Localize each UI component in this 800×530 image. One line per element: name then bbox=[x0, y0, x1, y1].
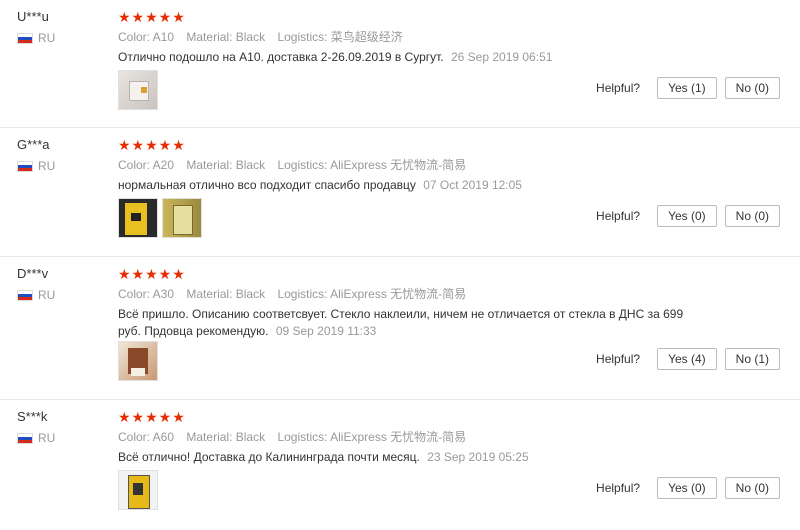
reviewer-info: S***k RU bbox=[17, 409, 107, 445]
product-color: Color: A20 bbox=[118, 158, 175, 172]
helpful-no-button[interactable]: No (1) bbox=[724, 348, 780, 370]
product-material: Material: Black bbox=[186, 287, 266, 301]
reviewer-country: RU bbox=[17, 31, 107, 45]
reviewer-info: G***a RU bbox=[17, 137, 107, 173]
helpful-no-button[interactable]: No (0) bbox=[724, 205, 780, 227]
helpful-yes-button[interactable]: Yes (4) bbox=[657, 348, 717, 370]
review-body: ★★★★★ Color: A10 Material: Black Logisti… bbox=[118, 9, 780, 66]
logistics: Logistics: 菜鸟超级经济 bbox=[277, 30, 403, 44]
review-text: нормальная отлично всо подходит спасибо … bbox=[118, 178, 416, 192]
helpful-label: Helpful? bbox=[596, 81, 641, 95]
review-text: Всё отлично! Доставка до Калининграда по… bbox=[118, 450, 420, 464]
review-date: 09 Sep 2019 11:33 bbox=[275, 324, 377, 338]
product-material: Material: Black bbox=[186, 158, 266, 172]
reviewer-name: U***u bbox=[17, 9, 49, 24]
helpful-vote: Helpful? Yes (1) No (0) bbox=[596, 77, 780, 99]
review-text: Всё пришло. Описанию соответсвует. Стекл… bbox=[118, 307, 684, 338]
review-item: G***a RU ★★★★★ Color: A20 Material: Blac… bbox=[0, 128, 800, 257]
star-rating: ★★★★★ bbox=[118, 266, 186, 282]
review-photo-thumbnail[interactable] bbox=[118, 70, 158, 110]
reviewer-name: G***a bbox=[17, 137, 50, 152]
country-code: RU bbox=[38, 31, 56, 45]
country-code: RU bbox=[38, 288, 56, 302]
product-color: Color: A60 bbox=[118, 430, 175, 444]
logistics: Logistics: AliExpress 无忧物流-简易 bbox=[277, 430, 467, 444]
reviewer-country: RU bbox=[17, 431, 107, 445]
order-info: Color: A30 Material: Black Logistics: Al… bbox=[118, 286, 780, 302]
review-item: D***v RU ★★★★★ Color: A30 Material: Blac… bbox=[0, 257, 800, 400]
product-color: Color: A30 bbox=[118, 287, 175, 301]
reviewer-info: D***v RU bbox=[17, 266, 107, 302]
review-body: ★★★★★ Color: A30 Material: Black Logisti… bbox=[118, 266, 780, 340]
helpful-label: Helpful? bbox=[596, 352, 641, 366]
star-rating: ★★★★★ bbox=[118, 409, 186, 425]
review-date: 07 Oct 2019 12:05 bbox=[423, 178, 522, 192]
product-material: Material: Black bbox=[186, 30, 266, 44]
helpful-yes-button[interactable]: Yes (1) bbox=[657, 77, 717, 99]
helpful-vote: Helpful? Yes (4) No (1) bbox=[596, 348, 780, 370]
star-rating: ★★★★★ bbox=[118, 137, 186, 153]
order-info: Color: A60 Material: Black Logistics: Al… bbox=[118, 429, 780, 445]
reviewer-country: RU bbox=[17, 159, 107, 173]
reviewer-name: D***v bbox=[17, 266, 49, 281]
reviewer-country: RU bbox=[17, 288, 107, 302]
helpful-label: Helpful? bbox=[596, 481, 641, 495]
logistics: Logistics: AliExpress 无忧物流-简易 bbox=[277, 287, 467, 301]
review-photo-thumbnail[interactable] bbox=[118, 470, 158, 510]
helpful-no-button[interactable]: No (0) bbox=[724, 77, 780, 99]
review-text-block: Отлично подошло на А10. доставка 2-26.09… bbox=[118, 49, 708, 66]
review-text-block: нормальная отлично всо подходит спасибо … bbox=[118, 177, 708, 194]
reviewer-info: U***u RU bbox=[17, 9, 107, 45]
helpful-vote: Helpful? Yes (0) No (0) bbox=[596, 477, 780, 499]
review-photos bbox=[118, 470, 158, 510]
review-photos bbox=[118, 198, 202, 238]
helpful-yes-button[interactable]: Yes (0) bbox=[657, 477, 717, 499]
review-photo-thumbnail[interactable] bbox=[118, 341, 158, 381]
review-date: 23 Sep 2019 05:25 bbox=[427, 450, 529, 464]
review-body: ★★★★★ Color: A20 Material: Black Logisti… bbox=[118, 137, 780, 194]
review-item: S***k RU ★★★★★ Color: A60 Material: Blac… bbox=[0, 400, 800, 530]
star-rating: ★★★★★ bbox=[118, 9, 186, 25]
review-text-block: Всё пришло. Описанию соответсвует. Стекл… bbox=[118, 306, 708, 340]
country-code: RU bbox=[38, 431, 56, 445]
reviewer-name: S***k bbox=[17, 409, 48, 424]
russia-flag-icon bbox=[17, 32, 33, 44]
review-photos bbox=[118, 70, 158, 110]
product-color: Color: A10 bbox=[118, 30, 175, 44]
review-photo-thumbnail[interactable] bbox=[162, 198, 202, 238]
helpful-vote: Helpful? Yes (0) No (0) bbox=[596, 205, 780, 227]
product-material: Material: Black bbox=[186, 430, 266, 444]
review-item: U***u RU ★★★★★ Color: A10 Material: Blac… bbox=[0, 0, 800, 128]
country-code: RU bbox=[38, 159, 56, 173]
logistics: Logistics: AliExpress 无忧物流-简易 bbox=[277, 158, 467, 172]
helpful-no-button[interactable]: No (0) bbox=[724, 477, 780, 499]
order-info: Color: A10 Material: Black Logistics: 菜鸟… bbox=[118, 29, 780, 45]
review-text-block: Всё отлично! Доставка до Калининграда по… bbox=[118, 449, 708, 466]
russia-flag-icon bbox=[17, 160, 33, 172]
review-date: 26 Sep 2019 06:51 bbox=[450, 50, 553, 64]
order-info: Color: A20 Material: Black Logistics: Al… bbox=[118, 157, 780, 173]
russia-flag-icon bbox=[17, 432, 33, 444]
helpful-yes-button[interactable]: Yes (0) bbox=[657, 205, 717, 227]
review-photo-thumbnail[interactable] bbox=[118, 198, 158, 238]
review-text: Отлично подошло на А10. доставка 2-26.09… bbox=[118, 50, 444, 64]
russia-flag-icon bbox=[17, 289, 33, 301]
review-body: ★★★★★ Color: A60 Material: Black Logisti… bbox=[118, 409, 780, 466]
helpful-label: Helpful? bbox=[596, 209, 641, 223]
review-photos bbox=[118, 341, 158, 381]
